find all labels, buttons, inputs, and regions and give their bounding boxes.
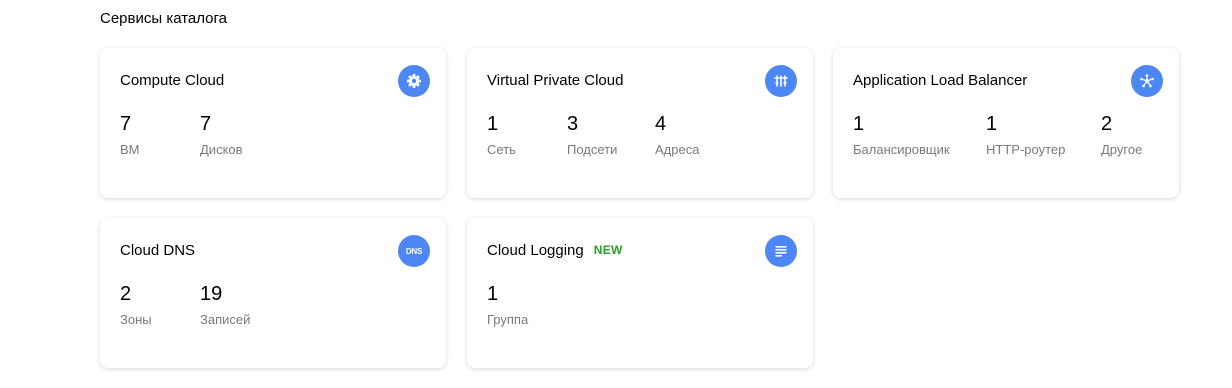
catalog-services-page: Сервисы каталога Compute Cloud 7 ВМ 7 Ди… (0, 0, 1232, 388)
card-title: Virtual Private Cloud (487, 72, 624, 89)
stat-value: 1 (487, 283, 499, 305)
stat-value: 2 (1101, 113, 1113, 135)
stat-label: HTTP-роутер (986, 142, 1066, 157)
card-cloud-dns[interactable]: Cloud DNS DNS 2 Зоны 19 Записей (100, 218, 446, 368)
stat-label: Другое (1101, 142, 1143, 157)
compute-gear-icon (398, 65, 430, 97)
stat-label: ВМ (120, 142, 140, 157)
card-title: Application Load Balancer (853, 72, 1028, 89)
stat-label: Группа (487, 312, 529, 327)
stat-label: Сеть (487, 142, 516, 157)
stat-balancer: 1 Балансировщик (853, 112, 950, 158)
stat-value: 1 (853, 113, 865, 135)
stat-value: 19 (200, 283, 223, 305)
stat-label: Записей (200, 312, 251, 327)
card-title: Compute Cloud (120, 72, 225, 89)
stat-records: 19 Записей (200, 282, 250, 328)
stat-label: Зоны (120, 312, 152, 327)
card-title: Cloud DNS (120, 242, 196, 259)
card-virtual-private-cloud[interactable]: Virtual Private Cloud 1 Сеть 3 Подсети 4… (467, 48, 813, 198)
stat-zones: 2 Зоны (120, 282, 152, 328)
stat-subnets: 3 Подсети (567, 112, 617, 158)
stat-value: 2 (120, 283, 132, 305)
stat-disks: 7 Дисков (200, 112, 243, 158)
stat-other: 2 Другое (1101, 112, 1142, 158)
card-title: Cloud Logging NEW (487, 242, 623, 259)
stat-addresses: 4 Адреса (655, 112, 699, 158)
stat-value: 4 (655, 113, 667, 135)
stat-vm: 7 ВМ (120, 112, 140, 158)
stat-label: Балансировщик (853, 142, 950, 157)
card-title-text: Cloud Logging (487, 242, 584, 259)
dns-icon-text: DNS (405, 246, 423, 256)
stat-network: 1 Сеть (487, 112, 516, 158)
card-cloud-logging[interactable]: Cloud Logging NEW 1 Группа (467, 218, 813, 368)
stat-label: Адреса (655, 142, 700, 157)
network-icon (765, 65, 797, 97)
card-application-load-balancer[interactable]: Application Load Balancer 1 Балансировщи… (833, 48, 1179, 198)
stat-value: 7 (120, 113, 132, 135)
section-title: Сервисы каталога (100, 10, 228, 27)
logging-list-icon (765, 235, 797, 267)
stat-value: 7 (200, 113, 212, 135)
stat-http-router: 1 HTTP-роутер (986, 112, 1065, 158)
load-balancer-icon (1131, 65, 1163, 97)
stat-label: Подсети (567, 142, 618, 157)
stat-label: Дисков (200, 142, 243, 157)
new-badge: NEW (593, 243, 623, 257)
stat-value: 3 (567, 113, 579, 135)
stat-value: 1 (487, 113, 499, 135)
card-compute-cloud[interactable]: Compute Cloud 7 ВМ 7 Дисков (100, 48, 446, 198)
dns-icon: DNS (398, 235, 430, 267)
stat-value: 1 (986, 113, 998, 135)
stat-group: 1 Группа (487, 282, 528, 328)
